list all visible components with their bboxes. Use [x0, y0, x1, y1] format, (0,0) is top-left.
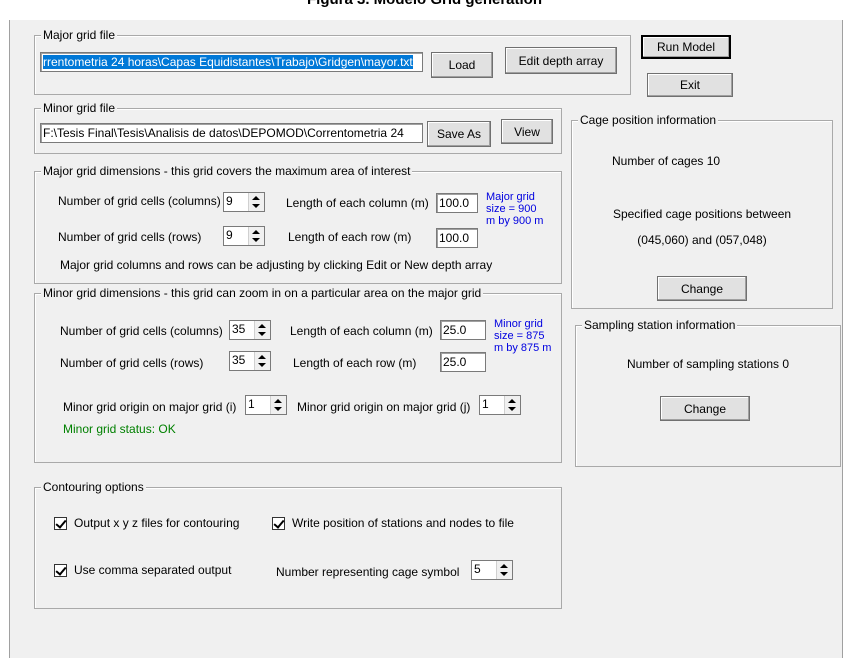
- output-xyz-label: Output x y z files for contouring: [74, 516, 240, 530]
- major-size-note-1: Major grid: [486, 191, 535, 203]
- edit-depth-array-button[interactable]: Edit depth array: [505, 47, 617, 74]
- stepper-arrows-icon[interactable]: [254, 321, 270, 339]
- minor-cols-stepper[interactable]: 35: [229, 320, 271, 340]
- sampling-count-label: Number of sampling stations 0: [626, 357, 790, 371]
- minor-size-note-2: size = 875: [494, 330, 545, 342]
- write-positions-label: Write position of stations and nodes to …: [292, 516, 514, 530]
- major-cols-label: Number of grid cells (columns): [58, 194, 221, 208]
- contouring-options-group: Contouring options Output x y z files fo…: [34, 480, 562, 609]
- cage-symbol-stepper[interactable]: 5: [471, 560, 513, 580]
- major-cols-stepper[interactable]: 9: [223, 192, 265, 212]
- major-dims-legend: Major grid dimensions - this grid covers…: [41, 164, 413, 178]
- sampling-station-group: Sampling station information Number of s…: [575, 318, 841, 467]
- cage-count-label: Number of cages 10: [612, 154, 721, 168]
- minor-cols-label: Number of grid cells (columns): [60, 324, 223, 338]
- minor-origin-j-label: Minor grid origin on major grid (j): [297, 400, 471, 414]
- comma-separated-checkbox[interactable]: [54, 564, 67, 577]
- sampling-change-button[interactable]: Change: [660, 396, 750, 421]
- minor-size-note-3: m by 875 m: [494, 342, 552, 354]
- stepper-arrows-icon[interactable]: [270, 396, 286, 414]
- grid-generation-window: Major grid file rrentometria 24 horas\Ca…: [9, 20, 843, 658]
- checkmark-icon: [273, 517, 285, 529]
- major-col-length-input[interactable]: 100.0: [436, 193, 478, 213]
- cage-position-group: Cage position information Number of cage…: [571, 113, 833, 309]
- minor-grid-file-path-input[interactable]: F:\Tesis Final\Tesis\Analisis de datos\D…: [40, 123, 423, 143]
- minor-grid-file-legend: Minor grid file: [41, 101, 118, 115]
- run-model-button[interactable]: Run Model: [641, 35, 731, 59]
- minor-size-note-1: Minor grid: [494, 318, 543, 330]
- cage-positions-range: (045,060) and (057,048): [637, 233, 767, 247]
- cage-positions-label: Specified cage positions between: [612, 207, 792, 221]
- major-col-length-label: Length of each column (m): [286, 196, 429, 210]
- contouring-legend: Contouring options: [41, 480, 146, 494]
- minor-row-length-input[interactable]: 25.0: [440, 352, 486, 372]
- checkmark-icon: [55, 564, 67, 576]
- comma-separated-label: Use comma separated output: [74, 563, 232, 577]
- minor-rows-stepper[interactable]: 35: [229, 351, 271, 371]
- minor-row-length-label: Length of each row (m): [293, 356, 417, 370]
- output-xyz-checkbox[interactable]: [54, 517, 67, 530]
- minor-col-length-input[interactable]: 25.0: [440, 320, 486, 340]
- minor-origin-j-stepper[interactable]: 1: [479, 395, 521, 415]
- major-rows-label: Number of grid cells (rows): [58, 230, 202, 244]
- save-as-button[interactable]: Save As: [427, 121, 491, 147]
- checkmark-icon: [55, 517, 67, 529]
- major-rows-stepper[interactable]: 9: [223, 226, 265, 246]
- cage-symbol-label: Number representing cage symbol: [276, 565, 460, 579]
- sampling-station-legend: Sampling station information: [582, 318, 738, 332]
- stepper-arrows-icon[interactable]: [504, 396, 520, 414]
- exit-button[interactable]: Exit: [647, 73, 733, 97]
- major-dims-note: Major grid columns and rows can be adjus…: [60, 258, 493, 272]
- load-button[interactable]: Load: [431, 52, 493, 78]
- cage-position-legend: Cage position information: [578, 113, 719, 127]
- major-size-note-3: m by 900 m: [486, 215, 544, 227]
- cage-change-button[interactable]: Change: [657, 276, 747, 301]
- major-grid-file-group: Major grid file rrentometria 24 horas\Ca…: [34, 28, 631, 95]
- write-positions-checkbox[interactable]: [272, 517, 285, 530]
- major-row-length-label: Length of each row (m): [288, 230, 412, 244]
- minor-origin-i-label: Minor grid origin on major grid (i): [63, 400, 237, 414]
- major-row-length-input[interactable]: 100.0: [436, 228, 478, 248]
- figure-caption: Figura 3. Modelo Grid generation: [0, 0, 849, 8]
- major-grid-dimensions-group: Major grid dimensions - this grid covers…: [34, 164, 562, 284]
- stepper-arrows-icon[interactable]: [248, 227, 264, 245]
- stepper-arrows-icon[interactable]: [496, 561, 512, 579]
- minor-dims-legend: Minor grid dimensions - this grid can zo…: [41, 286, 484, 300]
- minor-col-length-label: Length of each column (m): [290, 324, 433, 338]
- minor-grid-file-group: Minor grid file F:\Tesis Final\Tesis\Ana…: [34, 101, 562, 154]
- stepper-arrows-icon[interactable]: [248, 193, 264, 211]
- major-size-note-2: size = 900: [486, 203, 537, 215]
- major-grid-file-path-input[interactable]: rrentometria 24 horas\Capas Equidistante…: [40, 52, 423, 72]
- view-button[interactable]: View: [501, 119, 553, 144]
- major-grid-file-legend: Major grid file: [41, 28, 118, 42]
- stepper-arrows-icon[interactable]: [254, 352, 270, 370]
- minor-rows-label: Number of grid cells (rows): [60, 356, 204, 370]
- minor-grid-status: Minor grid status: OK: [63, 422, 176, 436]
- minor-origin-i-stepper[interactable]: 1: [245, 395, 287, 415]
- minor-grid-dimensions-group: Minor grid dimensions - this grid can zo…: [34, 286, 562, 463]
